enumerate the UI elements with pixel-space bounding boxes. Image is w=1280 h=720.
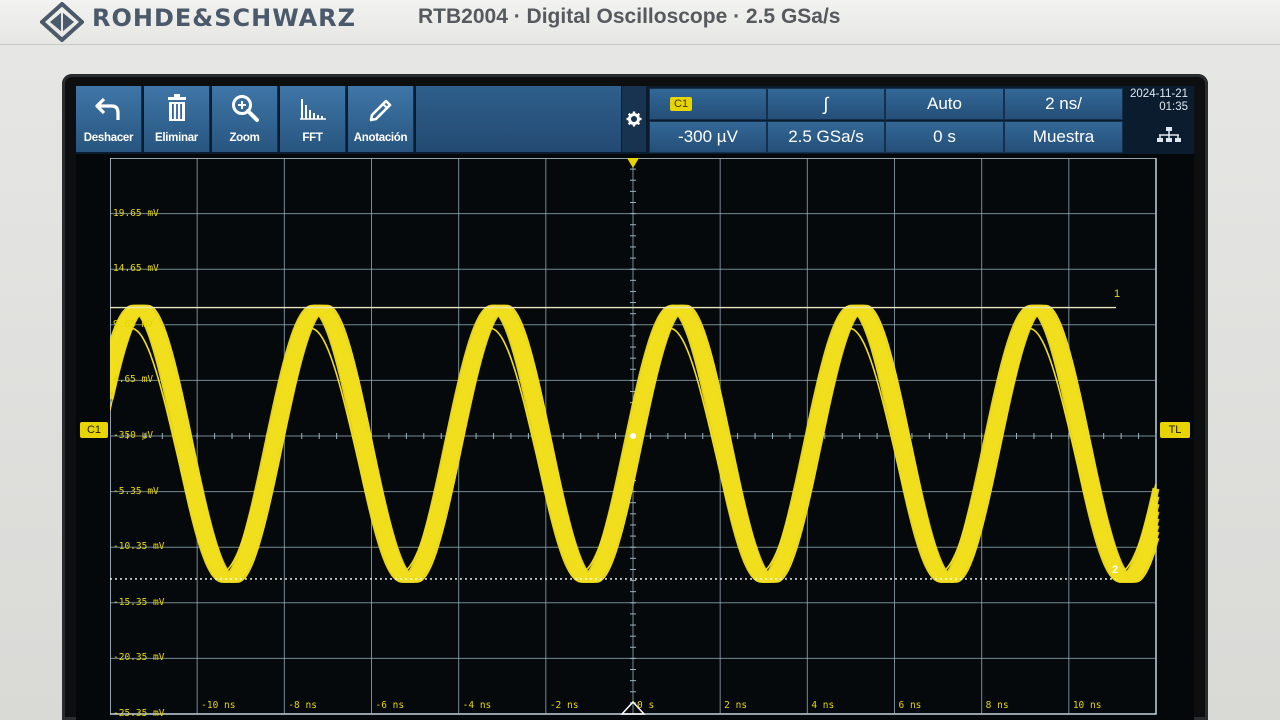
zoom-icon [231, 95, 259, 122]
model-description: RTB2004 · Digital Oscilloscope · 2.5 GSa… [418, 5, 841, 28]
time-tick-label: -10 ns [201, 700, 236, 711]
time-tick-label: 10 ns [1072, 700, 1102, 711]
horizontal-position-cell[interactable]: 0 s [885, 121, 1004, 153]
voltage-tick-label: -25.35 mV [113, 708, 165, 719]
voltage-tick-label: 4.65 mV [113, 374, 154, 386]
trigger-slope-icon: ∫ [823, 93, 829, 114]
acquisition-type: Muestra [1032, 127, 1095, 146]
voltage-tick-label: -15.35 mV [113, 596, 165, 608]
pencil-icon [369, 99, 391, 122]
waveform-canvas [110, 158, 1160, 715]
trigger-level-marker[interactable]: TL [1160, 422, 1190, 438]
trigger-slope-cell[interactable]: ∫ [767, 88, 885, 120]
time-tick-label: 0 s [637, 700, 655, 711]
time-tick-label: 4 ns [811, 700, 835, 711]
acquisition-type-cell[interactable]: Muestra [1004, 121, 1123, 153]
channel1-offset-marker[interactable]: C1 [80, 422, 108, 438]
undo-button[interactable]: Deshacer [76, 86, 142, 152]
instrument-header: ROHDE&SCHWARZ RTB2004 · Digital Oscillos… [0, 0, 1280, 45]
date-time: 2024-11-21 01:35 [1128, 88, 1188, 120]
time-tick-label: -2 ns [549, 700, 579, 711]
delete-button[interactable]: Eliminar [144, 86, 210, 152]
channel-select-cell[interactable]: C1 [649, 88, 767, 120]
network-icon [1157, 127, 1181, 142]
time-tick-label: -6 ns [375, 700, 405, 711]
waveform-plot[interactable]: 19.65 mV 14.65 mV 9.65 mV 4.65 mV -350 µV -5.… [80, 158, 1190, 719]
trigger-level: -300 µV [678, 127, 738, 146]
toolbar: Deshacer Eliminar Zoom FFT Anotación C1 … [76, 86, 1194, 154]
rohde-schwarz-logo-icon [40, 2, 84, 42]
delete-label: Eliminar [155, 132, 198, 144]
brand-name: ROHDE&SCHWARZ [92, 4, 357, 32]
sample-rate-cell[interactable]: 2.5 GSa/s [767, 121, 885, 153]
toolbar-spacer [416, 86, 621, 152]
fft-button[interactable]: FFT [280, 86, 346, 152]
fft-icon [299, 99, 326, 120]
undo-label: Deshacer [83, 132, 134, 144]
time-tick-label: 6 ns [898, 700, 922, 711]
time-tick-label: -8 ns [288, 700, 317, 711]
oscilloscope-screen: Deshacer Eliminar Zoom FFT Anotación C1 … [76, 86, 1194, 720]
undo-icon [94, 97, 120, 120]
annotation-label: Anotación [353, 132, 408, 144]
timebase-value: 2 ns/ [1045, 94, 1082, 113]
zoom-label: Zoom [229, 132, 260, 144]
time-tick-label: -4 ns [462, 700, 492, 711]
voltage-tick-label: -350 µV [113, 430, 154, 441]
voltage-tick-label: 19.65 mV [113, 207, 159, 219]
trash-icon [167, 94, 186, 121]
time: 01:35 [1159, 101, 1188, 113]
sample-rate: 2.5 GSa/s [788, 127, 864, 146]
timebase-cell[interactable]: 2 ns/ [1004, 88, 1123, 120]
cursor2-label[interactable]: 2 [1112, 564, 1118, 576]
settings-button[interactable] [622, 86, 646, 152]
trigger-level-cell[interactable]: -300 µV [649, 121, 767, 153]
trigger-point [630, 433, 636, 439]
voltage-tick-label: 14.65 mV [113, 263, 159, 275]
time-tick-label: 8 ns [985, 700, 1009, 711]
trigger-mode: Auto [927, 94, 962, 113]
voltage-tick-label: -10.35 mV [113, 541, 165, 553]
trigger-mode-cell[interactable]: Auto [885, 88, 1004, 120]
cursor1-label[interactable]: 1 [1114, 288, 1120, 300]
date: 2024-11-21 [1130, 88, 1188, 100]
voltage-tick-label: -5.35 mV [113, 485, 159, 497]
time-tick-label: 2 ns [724, 700, 748, 711]
annotation-button[interactable]: Anotación [348, 86, 414, 152]
horizontal-position: 0 s [933, 127, 956, 146]
fft-label: FFT [302, 132, 323, 144]
zoom-button[interactable]: Zoom [212, 86, 278, 152]
voltage-tick-label: -20.35 mV [113, 652, 165, 664]
gear-icon [626, 111, 642, 127]
channel-badge: C1 [670, 97, 693, 111]
voltage-tick-label: 9.65 mV [113, 318, 154, 330]
